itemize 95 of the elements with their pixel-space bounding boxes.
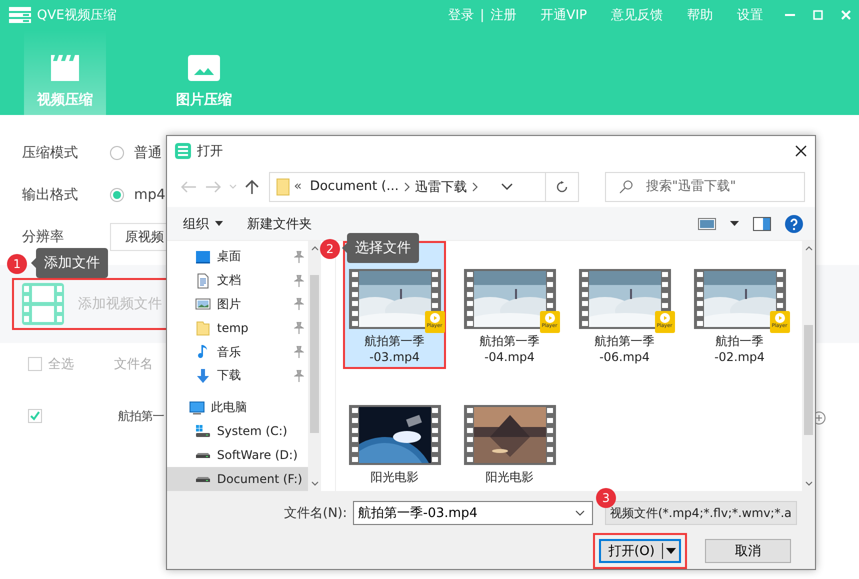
perforation-drawing (432, 272, 438, 308)
breadcrumb[interactable]: 迅雷下载 (410, 178, 471, 196)
pin-icon[interactable] (294, 370, 304, 382)
radio-button[interactable] (110, 188, 124, 202)
file-name: 航拍第一 (118, 408, 164, 424)
breadcrumb-overflow[interactable]: « (290, 179, 306, 194)
clapperboard-icon (49, 55, 81, 81)
chevron-icon[interactable] (402, 182, 411, 192)
document-icon (195, 272, 211, 289)
film-icon (22, 283, 64, 325)
pin-icon[interactable] (294, 274, 304, 287)
back-arrow-icon[interactable] (181, 180, 197, 193)
scroll-up-icon[interactable] (804, 245, 812, 251)
pin-icon[interactable] (294, 322, 304, 334)
maximize-icon[interactable] (813, 10, 823, 20)
folder-icon (276, 178, 290, 196)
close-icon[interactable] (795, 144, 807, 157)
search-icon (619, 180, 634, 194)
scroll-down-icon[interactable] (310, 481, 318, 487)
nav-item[interactable]: 下载 (167, 364, 308, 388)
column-header: 文件名 (114, 356, 153, 373)
file-type-dropdown[interactable]: 视频文件(*.mp4;*.flv;*.wmv;*.a (605, 501, 797, 525)
tooltip-pointer (342, 243, 347, 253)
pictures-icon (195, 296, 211, 312)
perforation-drawing (466, 408, 472, 462)
filename-label: 文件名(N): (284, 505, 347, 522)
radio-button[interactable] (110, 146, 124, 160)
file-item[interactable]: 阳光电影 (343, 377, 446, 489)
app-title: QVE视频压缩 (37, 7, 116, 24)
computer-icon (189, 400, 205, 416)
scroll-down-icon[interactable] (804, 481, 812, 487)
tooltip: 选择文件 (347, 233, 419, 263)
pin-icon[interactable] (294, 298, 304, 310)
checkbox[interactable] (28, 357, 42, 371)
setting-label: 压缩模式 (22, 144, 79, 162)
scroll-up-icon[interactable] (310, 245, 318, 251)
caret-icon (215, 221, 223, 226)
nav-item[interactable]: 此电脑 (167, 396, 308, 420)
nav-item[interactable]: System (C:) (167, 420, 308, 444)
perforation-drawing (466, 272, 472, 326)
image-icon (188, 55, 220, 81)
tooltip-pointer (31, 258, 36, 268)
folder-icon (195, 320, 211, 336)
perforation-drawing (546, 408, 552, 462)
preview-pane-icon[interactable] (753, 216, 771, 231)
address-bar[interactable]: « Document (... 迅雷下载 (268, 172, 580, 202)
chevron-icon[interactable] (470, 182, 479, 192)
cancel-button[interactable]: 取消 (705, 539, 791, 563)
pin-icon[interactable] (294, 346, 304, 358)
scrollbar[interactable] (802, 241, 815, 491)
view-icon[interactable] (698, 216, 716, 231)
help-icon[interactable] (785, 214, 803, 233)
app-logo-icon (175, 142, 191, 159)
perforation-drawing (546, 272, 552, 308)
filename-field[interactable]: 航拍第一季-03.mp4 (353, 501, 593, 525)
perforation-drawing (432, 408, 438, 462)
forward-arrow-icon[interactable] (204, 180, 221, 193)
app-logo-icon (9, 7, 31, 23)
nav-item[interactable]: SoftWare (D:) (167, 443, 308, 468)
perforation-drawing (352, 408, 358, 462)
scrollbar[interactable] (308, 241, 321, 491)
nav-item[interactable]: 音乐 (167, 340, 308, 364)
pin-icon[interactable] (294, 250, 304, 263)
perforation-drawing (696, 272, 702, 326)
perforation-drawing (662, 272, 668, 308)
select-all-label: 全选 (48, 356, 74, 373)
step-number: 1 (7, 254, 27, 274)
drive-icon (195, 452, 211, 458)
up-arrow-icon[interactable] (244, 178, 259, 195)
perforation-drawing (352, 272, 358, 326)
setting-label: 输出格式 (22, 186, 79, 204)
tooltip: 添加文件 (36, 248, 108, 278)
drive-icon (195, 423, 211, 440)
link-separator: | (480, 8, 484, 22)
perforation-drawing (582, 272, 588, 326)
breadcrumb[interactable]: Document (... (306, 179, 403, 194)
dialog-title: 打开 (197, 142, 223, 160)
radio-label: 普通 (134, 144, 162, 162)
caret-icon (666, 548, 676, 554)
download-arrow-icon (195, 368, 211, 384)
perforation-drawing (776, 272, 782, 308)
nav-item[interactable]: Document (F:) (167, 467, 308, 491)
drive-icon (195, 476, 211, 482)
file-item[interactable]: 阳光电影 (458, 377, 561, 489)
caret-icon[interactable] (730, 220, 739, 227)
desktop-icon (195, 248, 211, 265)
caret-icon[interactable] (500, 182, 513, 191)
search-field[interactable]: 搜索"迅雷下载" (605, 172, 806, 202)
radio-label: mp4 (134, 187, 166, 203)
refresh-icon[interactable] (556, 180, 568, 193)
setting-label: 分辨率 (22, 228, 65, 246)
new-folder-button[interactable]: 新建文件夹 (247, 214, 312, 233)
open-button[interactable]: 打开(O) (599, 539, 681, 563)
caret-icon[interactable] (575, 510, 585, 516)
checkbox[interactable] (28, 409, 42, 423)
